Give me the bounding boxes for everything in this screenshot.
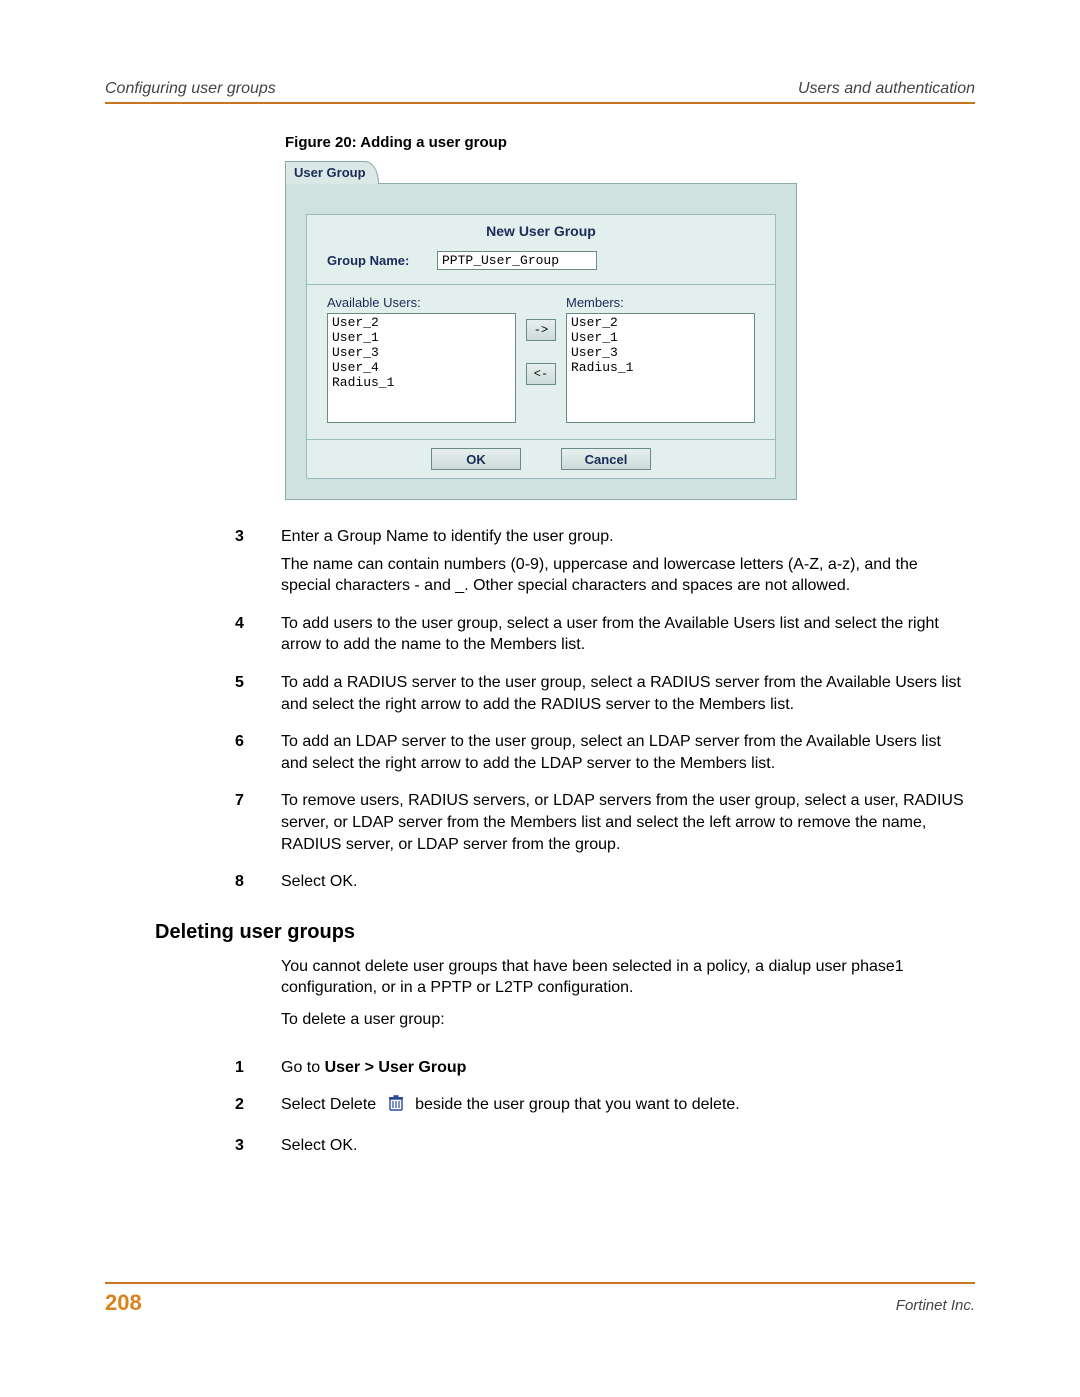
footer: 208 Fortinet Inc.: [105, 1284, 975, 1316]
step-body: To remove users, RADIUS servers, or LDAP…: [281, 790, 975, 861]
step-text: To add an LDAP server to the user group,…: [281, 731, 965, 774]
group-name-row: Group Name:: [307, 247, 775, 284]
step-text: To remove users, RADIUS servers, or LDAP…: [281, 790, 965, 855]
tab-user-group[interactable]: User Group: [285, 161, 379, 184]
step-body: Select OK.: [281, 1135, 975, 1163]
step-text: The name can contain numbers (0-9), uppe…: [281, 554, 965, 597]
footer-brand: Fortinet Inc.: [896, 1297, 975, 1314]
step-number: 6: [105, 731, 281, 780]
members-label: Members:: [566, 295, 755, 310]
step-body: Go to User > User Group: [281, 1057, 975, 1085]
remove-member-button[interactable]: <-: [526, 363, 556, 385]
list-item[interactable]: User_1: [332, 330, 511, 345]
step-number: 3: [105, 1135, 281, 1163]
step-text: To add users to the user group, select a…: [281, 613, 965, 656]
list-item[interactable]: User_3: [571, 345, 750, 360]
figure-caption: Figure 20: Adding a user group: [285, 134, 975, 151]
list-item[interactable]: User_1: [571, 330, 750, 345]
running-head-left: Configuring user groups: [105, 80, 276, 98]
new-user-group-panel: New User Group Group Name: Available Use…: [306, 214, 776, 479]
panel-title: New User Group: [307, 215, 775, 247]
step-body: To add a RADIUS server to the user group…: [281, 672, 975, 721]
members-listbox[interactable]: User_2User_1User_3Radius_1: [566, 313, 755, 423]
header-rule: [105, 102, 975, 104]
step-bold-path: User > User Group: [325, 1059, 467, 1076]
deleting-intro: You cannot delete user groups that have …: [281, 956, 965, 999]
list-item[interactable]: User_3: [332, 345, 511, 360]
deleting-lead: To delete a user group:: [281, 1009, 965, 1031]
group-name-label: Group Name:: [327, 253, 437, 268]
dialog-background: New User Group Group Name: Available Use…: [285, 184, 797, 500]
list-item[interactable]: User_2: [332, 315, 511, 330]
step-text: beside the user group that you want to d…: [415, 1096, 740, 1113]
step-number: 4: [105, 613, 281, 662]
page-number: 208: [105, 1290, 142, 1316]
cancel-button[interactable]: Cancel: [561, 448, 651, 470]
running-head-right: Users and authentication: [798, 80, 975, 98]
dialog-buttons: OK Cancel: [307, 439, 775, 478]
step-body: Enter a Group Name to identify the user …: [281, 526, 975, 603]
user-lists-section: Available Users: User_2User_1User_3User_…: [307, 284, 775, 439]
step-number: 5: [105, 672, 281, 721]
step-number: 8: [105, 871, 281, 899]
group-name-input[interactable]: [437, 251, 597, 270]
step-number: 1: [105, 1057, 281, 1085]
step-number: 2: [105, 1094, 281, 1125]
step-body: Select OK.: [281, 871, 975, 899]
step-text: Select OK.: [281, 871, 965, 893]
step-text: Go to: [281, 1059, 325, 1076]
step-text: Select OK.: [281, 1135, 965, 1157]
list-item[interactable]: Radius_1: [332, 375, 511, 390]
step-number: 7: [105, 790, 281, 861]
available-users-listbox[interactable]: User_2User_1User_3User_4Radius_1: [327, 313, 516, 423]
step-body: Select Delete beside the user group that…: [281, 1094, 975, 1125]
user-group-dialog: User Group New User Group Group Name: Av…: [285, 161, 797, 500]
available-users-label: Available Users:: [327, 295, 516, 310]
step-text: Select Delete: [281, 1096, 376, 1113]
running-head: Configuring user groups Users and authen…: [105, 80, 975, 102]
steps-list-b: 1 Go to User > User Group 2 Select Delet…: [105, 1057, 975, 1163]
list-item[interactable]: Radius_1: [571, 360, 750, 375]
step-number: 3: [105, 526, 281, 603]
steps-list-a: 3Enter a Group Name to identify the user…: [105, 526, 975, 899]
step-text: Enter a Group Name to identify the user …: [281, 526, 965, 548]
deleting-user-groups-heading: Deleting user groups: [155, 921, 975, 944]
trash-icon: [387, 1094, 405, 1119]
list-item[interactable]: User_2: [571, 315, 750, 330]
tabstrip: User Group: [285, 161, 797, 184]
step-body: To add an LDAP server to the user group,…: [281, 731, 975, 780]
list-item[interactable]: User_4: [332, 360, 511, 375]
step-body: To add users to the user group, select a…: [281, 613, 975, 662]
ok-button[interactable]: OK: [431, 448, 521, 470]
add-member-button[interactable]: ->: [526, 319, 556, 341]
step-text: To add a RADIUS server to the user group…: [281, 672, 965, 715]
